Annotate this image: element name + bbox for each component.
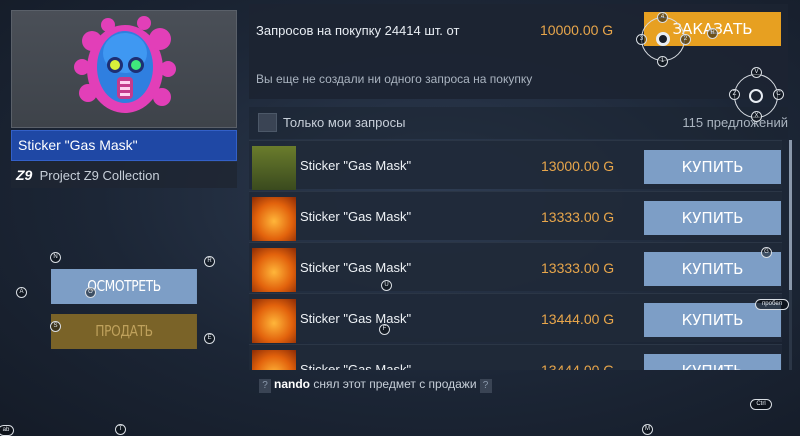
buy-button[interactable]: КУПИТЬ xyxy=(644,201,781,235)
hint-2-icon: 2 xyxy=(680,34,691,45)
hint-f-icon: F xyxy=(379,324,390,335)
hint-s-icon: S xyxy=(50,321,61,332)
hint-u-icon: U xyxy=(381,280,392,291)
offer-name: Sticker "Gas Mask" xyxy=(300,311,412,326)
collection-logo: Z9 xyxy=(16,167,33,183)
hint-tab-icon: ab xyxy=(0,425,14,436)
hint-4-icon: 4 xyxy=(657,12,668,23)
hint-m-icon: M xyxy=(642,424,653,435)
hint-space-icon: пробел xyxy=(755,299,789,310)
hint-o-icon: O xyxy=(85,287,96,298)
sale-notice: ? nando снял этот предмет с продажи? xyxy=(256,377,495,393)
offer-price: 13333.00 G xyxy=(541,260,615,276)
offer-price: 13000.00 G xyxy=(541,158,615,174)
item-title: Sticker "Gas Mask" xyxy=(11,130,237,161)
hint-r-icon: R xyxy=(204,256,215,267)
hint-n-icon: N xyxy=(50,252,61,263)
offer-row: Sticker "Gas Mask" 13444.00 G КУПИТЬ xyxy=(249,344,782,370)
offer-name: Sticker "Gas Mask" xyxy=(300,158,412,173)
question-icon: ? xyxy=(259,379,271,393)
buy-button[interactable]: КУПИТЬ xyxy=(644,354,781,370)
offers-list: Sticker "Gas Mask" 13000.00 G КУПИТЬ Sti… xyxy=(249,140,788,370)
hint-3-icon: 3 xyxy=(636,34,647,45)
offer-thumbnail xyxy=(252,350,296,370)
notice-user: nando xyxy=(274,377,310,391)
hint-1-icon: 1 xyxy=(657,56,668,67)
right-stick-icon xyxy=(749,89,763,103)
offer-row: Sticker "Gas Mask" 13000.00 G КУПИТЬ xyxy=(249,140,782,190)
offer-name: Sticker "Gas Mask" xyxy=(300,209,412,224)
offer-name: Sticker "Gas Mask" xyxy=(300,362,412,370)
my-requests-checkbox[interactable] xyxy=(258,113,277,132)
hint-t-icon: T xyxy=(115,424,126,435)
hint-g-icon: G xyxy=(761,247,772,258)
offer-thumbnail xyxy=(252,299,296,343)
hint-ctrl-icon: Ctrl xyxy=(750,399,772,410)
offer-row: Sticker "Gas Mask" 13333.00 G КУПИТЬ xyxy=(249,191,782,241)
offer-thumbnail xyxy=(252,248,296,292)
offer-thumbnail xyxy=(252,197,296,241)
no-requests-message: Вы еще не создали ни одного запроса на п… xyxy=(256,72,533,86)
offer-thumbnail xyxy=(252,146,296,190)
offer-row: Sticker "Gas Mask" 13444.00 G КУПИТЬ xyxy=(249,293,782,343)
hint-c-icon: C xyxy=(773,89,784,100)
hint-v-icon: V xyxy=(751,67,762,78)
sell-button[interactable]: ПРОДАТЬ xyxy=(51,314,197,349)
scrollbar-thumb[interactable] xyxy=(789,140,792,290)
item-preview xyxy=(11,10,237,128)
gas-mask-sticker-icon xyxy=(74,16,176,113)
hint-e-icon: E xyxy=(204,333,215,344)
hint-x-icon: X xyxy=(751,111,762,122)
offer-price: 13333.00 G xyxy=(541,209,615,225)
offer-price: 13444.00 G xyxy=(541,362,615,370)
stick-icon xyxy=(656,32,670,46)
buy-requests-count: Запросов на покупку 24414 шт. от xyxy=(256,23,460,38)
question-icon: ? xyxy=(479,379,492,393)
notice-message: снял этот предмет с продажи xyxy=(310,377,477,391)
collection-row: Z9 Project Z9 Collection xyxy=(11,162,237,188)
view-button[interactable]: ОСМОТРЕТЬ xyxy=(51,269,197,304)
hint-r2-icon: R xyxy=(707,28,718,39)
offers-count: 115 предложений xyxy=(682,115,788,130)
buy-request-price: 10000.00 G xyxy=(540,22,614,38)
offer-price: 13444.00 G xyxy=(541,311,615,327)
buy-button[interactable]: КУПИТЬ xyxy=(644,252,781,286)
buy-button[interactable]: КУПИТЬ xyxy=(644,150,781,184)
hint-z-icon: Z xyxy=(729,89,740,100)
collection-name: Project Z9 Collection xyxy=(39,168,160,183)
hint-a-icon: A xyxy=(16,287,27,298)
my-requests-label: Только мои запросы xyxy=(283,115,406,130)
offer-row: Sticker "Gas Mask" 13333.00 G КУПИТЬ xyxy=(249,242,782,292)
offer-name: Sticker "Gas Mask" xyxy=(300,260,412,275)
